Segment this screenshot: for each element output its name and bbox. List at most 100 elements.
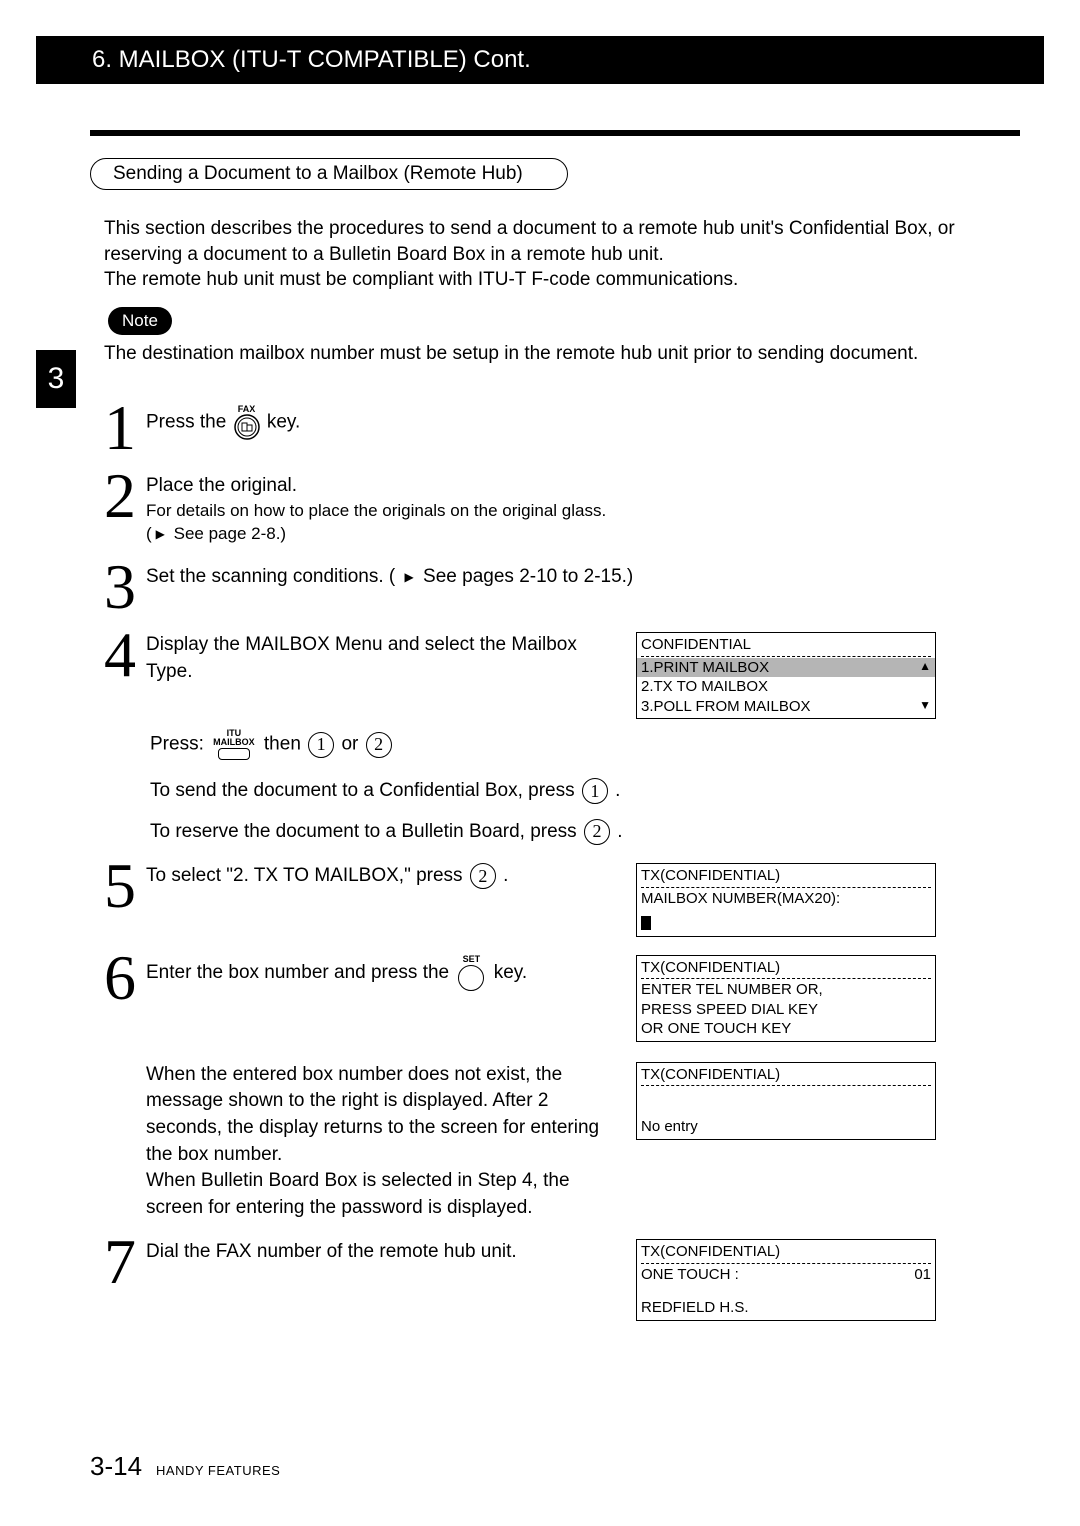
page-ref: See page 2-8.) bbox=[169, 524, 286, 543]
down-arrow-icon: ▼ bbox=[919, 698, 931, 714]
step-3: 3 Set the scanning conditions. ( ▶ See p… bbox=[104, 560, 1020, 614]
step-para: When Bulletin Board Box is selected in S… bbox=[146, 1168, 616, 1221]
step-number: 4 bbox=[104, 628, 146, 682]
lcd-header: TX(CONFIDENTIAL) bbox=[641, 958, 931, 980]
key-shape bbox=[458, 965, 484, 991]
lcd-line-text: ONE TOUCH : bbox=[641, 1266, 739, 1283]
key-2-icon: 2 bbox=[470, 863, 496, 889]
text: . bbox=[617, 821, 622, 842]
text: then bbox=[264, 734, 306, 755]
intro-line-1: This section describes the procedures to… bbox=[104, 216, 1020, 267]
text: Press the bbox=[146, 411, 232, 432]
step-5: 5 To select "2. TX TO MAILBOX," press 2 … bbox=[104, 859, 1020, 937]
step-list: 1 Press the FAX key. 2 Place bbox=[90, 401, 1020, 1321]
step-number: 1 bbox=[104, 401, 146, 455]
set-key-icon: SET bbox=[458, 955, 484, 991]
step-4: 4 Display the MAILBOX Menu and select th… bbox=[104, 628, 1020, 845]
step-number: 7 bbox=[104, 1235, 146, 1289]
text: To reserve the document to a Bulletin Bo… bbox=[150, 821, 582, 842]
step-body: Dial the FAX number of the remote hub un… bbox=[146, 1235, 1020, 1321]
lcd-line: No entry bbox=[641, 1117, 931, 1137]
step-body: Press the FAX key. bbox=[146, 401, 1020, 440]
step-sub: For details on how to place the original… bbox=[146, 500, 1020, 546]
text: . bbox=[503, 865, 508, 886]
cursor-icon bbox=[641, 916, 651, 930]
lcd-item-label: 3.POLL FROM MAILBOX bbox=[641, 698, 811, 715]
key-1-icon: 1 bbox=[582, 778, 608, 804]
step-body: Enter the box number and press the SET k… bbox=[146, 951, 1020, 1222]
step-text: Place the original. bbox=[146, 473, 1020, 500]
lcd-item: 3.POLL FROM MAILBOX ▼ bbox=[641, 697, 931, 717]
lcd-display-5: TX(CONFIDENTIAL) MAILBOX NUMBER(MAX20): bbox=[636, 863, 936, 937]
chapter-header: 6. MAILBOX (ITU-T COMPATIBLE) Cont. bbox=[36, 36, 1044, 84]
step-7: 7 Dial the FAX number of the remote hub … bbox=[104, 1235, 1020, 1321]
key-2-icon: 2 bbox=[584, 819, 610, 845]
page-number: 3-14 bbox=[90, 1451, 142, 1482]
step-text: Display the MAILBOX Menu and select the … bbox=[146, 632, 616, 685]
lcd-line: ONE TOUCH : 01 bbox=[641, 1265, 931, 1285]
step-body: To select "2. TX TO MAILBOX," press 2 . … bbox=[146, 859, 1020, 937]
sub-line: To send the document to a Confidential B… bbox=[150, 778, 1020, 805]
intro-line-2: The remote hub unit must be compliant wi… bbox=[104, 267, 1020, 293]
page-content: Sending a Document to a Mailbox (Remote … bbox=[90, 130, 1020, 1335]
lcd-item-selected: 1.PRINT MAILBOX ▲ bbox=[637, 658, 935, 678]
lcd-line: PRESS SPEED DIAL KEY bbox=[641, 1000, 931, 1020]
lcd-display-6b: TX(CONFIDENTIAL) No entry bbox=[636, 1062, 936, 1140]
mailbox-label: MAILBOX bbox=[213, 738, 255, 747]
lcd-header: CONFIDENTIAL bbox=[641, 635, 931, 657]
step-number: 6 bbox=[104, 951, 146, 1005]
step-body: Place the original. For details on how t… bbox=[146, 469, 1020, 545]
footer-label: HANDY FEATURES bbox=[156, 1463, 280, 1478]
step-1: 1 Press the FAX key. bbox=[104, 401, 1020, 455]
lcd-item: 2.TX TO MAILBOX bbox=[641, 677, 931, 697]
step-2: 2 Place the original. For details on how… bbox=[104, 469, 1020, 545]
note-text: The destination mailbox number must be s… bbox=[104, 343, 1020, 365]
up-arrow-icon: ▲ bbox=[919, 659, 931, 675]
step-body: Set the scanning conditions. ( ▶ See pag… bbox=[146, 560, 1020, 591]
set-label: SET bbox=[463, 955, 481, 964]
lcd-line: MAILBOX NUMBER(MAX20): bbox=[641, 889, 931, 909]
chapter-title: 6. MAILBOX (ITU-T COMPATIBLE) Cont. bbox=[92, 46, 531, 74]
section-subtitle: Sending a Document to a Mailbox (Remote … bbox=[90, 158, 568, 190]
itu-mailbox-key-icon: ITU MAILBOX bbox=[213, 729, 255, 760]
step-number: 2 bbox=[104, 469, 146, 523]
text: To select "2. TX TO MAILBOX," press bbox=[146, 865, 468, 886]
press-line: Press: ITU MAILBOX then 1 or 2 bbox=[150, 729, 1020, 760]
sub-line: To reserve the document to a Bulletin Bo… bbox=[150, 819, 1020, 846]
lcd-display-7: TX(CONFIDENTIAL) ONE TOUCH : 01 REDFIELD… bbox=[636, 1239, 936, 1321]
key-2-icon: 2 bbox=[366, 732, 392, 758]
lcd-cursor-line bbox=[641, 914, 931, 934]
arrow-icon: ▶ bbox=[156, 526, 165, 542]
key-shape bbox=[218, 748, 250, 760]
text: key. bbox=[267, 411, 300, 432]
text: For details on how to place the original… bbox=[146, 501, 606, 520]
text: Press: bbox=[150, 734, 209, 755]
fax-key-label: FAX bbox=[238, 405, 256, 414]
text: . bbox=[615, 780, 620, 801]
page-ref: See pages 2-10 to 2-15.) bbox=[418, 566, 633, 587]
step-number: 3 bbox=[104, 560, 146, 614]
lcd-display-4: CONFIDENTIAL 1.PRINT MAILBOX ▲ 2.TX TO MA… bbox=[636, 632, 936, 719]
divider-rule bbox=[90, 130, 1020, 136]
lcd-header: TX(CONFIDENTIAL) bbox=[641, 866, 931, 888]
step-para: When the entered box number does not exi… bbox=[146, 1062, 616, 1168]
text: To send the document to a Confidential B… bbox=[150, 780, 580, 801]
page-footer: 3-14 HANDY FEATURES bbox=[90, 1451, 280, 1482]
intro-text: This section describes the procedures to… bbox=[90, 216, 1020, 293]
lcd-line: REDFIELD H.S. bbox=[641, 1298, 931, 1318]
key-1-icon: 1 bbox=[308, 732, 334, 758]
step-text: Dial the FAX number of the remote hub un… bbox=[146, 1239, 616, 1266]
lcd-line: OR ONE TOUCH KEY bbox=[641, 1019, 931, 1039]
lcd-line: ENTER TEL NUMBER OR, bbox=[641, 980, 931, 1000]
fax-key-icon: FAX bbox=[234, 405, 260, 440]
lcd-header: TX(CONFIDENTIAL) bbox=[641, 1065, 931, 1087]
lcd-line-number: 01 bbox=[914, 1265, 931, 1285]
lcd-item-label: 1.PRINT MAILBOX bbox=[641, 659, 769, 676]
text: Enter the box number and press the bbox=[146, 962, 454, 983]
text: key. bbox=[494, 962, 527, 983]
side-tab: 3 bbox=[36, 350, 76, 408]
step-number: 5 bbox=[104, 859, 146, 913]
step-body: Display the MAILBOX Menu and select the … bbox=[146, 628, 1020, 845]
lcd-display-6a: TX(CONFIDENTIAL) ENTER TEL NUMBER OR, PR… bbox=[636, 955, 936, 1042]
step-6: 6 Enter the box number and press the SET… bbox=[104, 951, 1020, 1222]
